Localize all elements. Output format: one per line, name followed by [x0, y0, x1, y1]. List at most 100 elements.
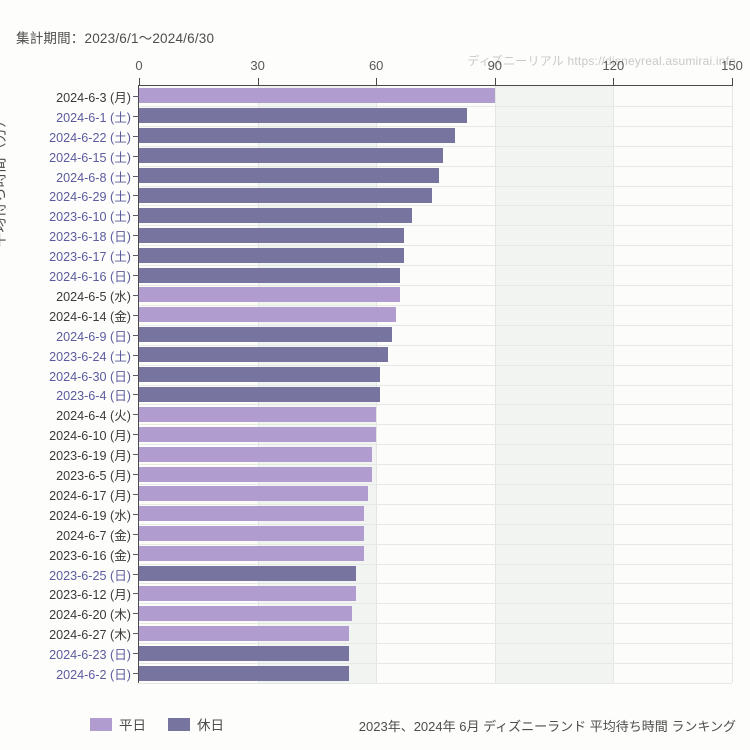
bar[interactable]: [139, 566, 357, 582]
bar[interactable]: [139, 207, 412, 223]
gridline-horizontal: [139, 265, 732, 266]
bar[interactable]: [139, 168, 440, 184]
y-axis-label[interactable]: 2023-6-17 (土): [49, 250, 131, 264]
y-axis-tick: [133, 394, 139, 395]
y-axis-label-row: 2024-6-10 (月): [0, 427, 131, 445]
y-axis-label[interactable]: 2024-6-16 (日): [49, 270, 131, 284]
y-axis-label[interactable]: 2024-6-8 (土): [56, 171, 131, 185]
bar[interactable]: [139, 446, 373, 462]
y-axis-label-row: 2024-6-29 (土): [0, 188, 131, 206]
y-axis-tick: [133, 494, 139, 495]
bar[interactable]: [139, 546, 365, 562]
plot-area: [139, 86, 733, 684]
y-axis-tick: [133, 96, 139, 97]
bar[interactable]: [139, 605, 353, 621]
y-axis-tick: [133, 255, 139, 256]
y-axis-label-row: 2023-6-24 (土): [0, 348, 131, 366]
y-axis-label[interactable]: 2023-6-18 (日): [49, 230, 131, 244]
bar[interactable]: [139, 386, 381, 402]
y-axis-label-row: 2024-6-23 (日): [0, 646, 131, 664]
y-axis-label[interactable]: 2023-6-19 (月): [49, 449, 131, 463]
gridline-horizontal: [139, 106, 732, 107]
bar[interactable]: [139, 466, 373, 482]
x-axis-tick-label: 30: [250, 58, 265, 73]
x-axis-tick: [613, 78, 614, 86]
y-axis-label[interactable]: 2024-6-5 (水): [56, 290, 131, 304]
y-axis-label[interactable]: 2023-6-12 (月): [49, 588, 131, 602]
bar[interactable]: [139, 645, 349, 661]
bar[interactable]: [139, 327, 392, 343]
x-axis-tick: [495, 78, 496, 86]
gridline-horizontal: [139, 564, 732, 565]
y-axis-label[interactable]: 2023-6-4 (日): [56, 389, 131, 403]
bar[interactable]: [139, 267, 400, 283]
y-axis-label[interactable]: 2024-6-22 (土): [49, 131, 131, 145]
y-axis-label-row: 2023-6-18 (日): [0, 228, 131, 246]
y-axis-label[interactable]: 2024-6-2 (日): [56, 668, 131, 682]
bar[interactable]: [139, 287, 400, 303]
bar[interactable]: [139, 88, 495, 104]
y-axis-tick: [133, 414, 139, 415]
y-axis-label[interactable]: 2024-6-4 (火): [56, 409, 131, 423]
bar[interactable]: [139, 486, 369, 502]
y-axis-tick: [133, 375, 139, 376]
y-axis-label-row: 2023-6-10 (土): [0, 208, 131, 226]
bar[interactable]: [139, 247, 404, 263]
bar[interactable]: [139, 585, 357, 601]
gridline-horizontal: [139, 285, 732, 286]
bar[interactable]: [139, 347, 389, 363]
gridline-horizontal: [139, 186, 732, 187]
x-axis-tick-label: 60: [368, 58, 384, 73]
bar[interactable]: [139, 367, 381, 383]
bar[interactable]: [139, 187, 432, 203]
y-axis-label[interactable]: 2024-6-9 (日): [56, 330, 131, 344]
y-axis-label-row: 2024-6-2 (日): [0, 666, 131, 684]
y-axis-label[interactable]: 2024-6-29 (土): [49, 190, 131, 204]
bar[interactable]: [139, 108, 468, 124]
y-axis-label[interactable]: 2023-6-25 (日): [49, 569, 131, 583]
y-axis-label[interactable]: 2023-6-10 (土): [49, 210, 131, 224]
y-axis-label[interactable]: 2024-6-10 (月): [49, 429, 131, 443]
y-axis-tick: [133, 474, 139, 475]
bar[interactable]: [139, 128, 456, 144]
bar[interactable]: [139, 526, 365, 542]
bar[interactable]: [139, 506, 365, 522]
legend-swatch-holiday: [168, 717, 190, 731]
y-axis-label[interactable]: 2024-6-3 (月): [56, 91, 131, 105]
y-axis-tick: [133, 673, 139, 674]
x-axis-tick: [139, 78, 140, 86]
bar[interactable]: [139, 148, 444, 164]
bar[interactable]: [139, 227, 404, 243]
bar[interactable]: [139, 426, 377, 442]
y-axis-tick: [133, 434, 139, 435]
y-axis-label[interactable]: 2024-6-1 (土): [56, 111, 131, 125]
y-axis-label-row: 2024-6-4 (火): [0, 407, 131, 425]
y-axis-label[interactable]: 2024-6-7 (金): [56, 529, 131, 543]
gridline-horizontal: [139, 365, 732, 366]
bar[interactable]: [139, 665, 349, 681]
y-axis-label-row: 2023-6-5 (月): [0, 467, 131, 485]
bar[interactable]: [139, 406, 377, 422]
y-axis-label-row: 2024-6-27 (木): [0, 626, 131, 644]
legend-item-holiday[interactable]: 休日: [168, 714, 224, 734]
y-axis-label[interactable]: 2024-6-30 (日): [49, 370, 131, 384]
bar[interactable]: [139, 625, 349, 641]
y-axis-label[interactable]: 2024-6-20 (木): [49, 608, 131, 622]
x-axis-tick: [732, 78, 733, 86]
y-axis-label-row: 2024-6-15 (土): [0, 149, 131, 167]
y-axis-label[interactable]: 2023-6-24 (土): [49, 350, 131, 364]
y-axis-label[interactable]: 2024-6-17 (月): [49, 489, 131, 503]
y-axis-tick: [133, 593, 139, 594]
y-axis-label[interactable]: 2023-6-16 (金): [49, 549, 131, 563]
y-axis-label-row: 2023-6-16 (金): [0, 547, 131, 565]
y-axis-label[interactable]: 2024-6-15 (土): [49, 151, 131, 165]
y-axis-label[interactable]: 2024-6-23 (日): [49, 648, 131, 662]
gridline-vertical: [732, 86, 733, 683]
y-axis-label[interactable]: 2024-6-14 (金): [49, 310, 131, 324]
y-axis-tick: [133, 176, 139, 177]
bar[interactable]: [139, 307, 396, 323]
y-axis-label[interactable]: 2024-6-19 (水): [49, 509, 131, 523]
legend-item-weekday[interactable]: 平日: [90, 714, 146, 734]
y-axis-label[interactable]: 2024-6-27 (木): [49, 628, 131, 642]
y-axis-label[interactable]: 2023-6-5 (月): [56, 469, 131, 483]
